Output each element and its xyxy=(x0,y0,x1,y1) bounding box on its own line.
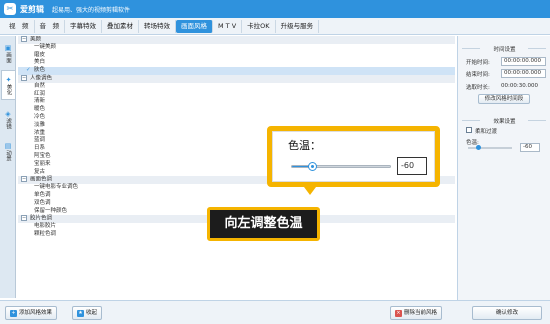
menu-karaoke[interactable]: 卡拉OK xyxy=(242,19,276,33)
group-beauty[interactable]: − 美颜 xyxy=(18,36,455,44)
start-time-label: 开始时间: xyxy=(466,60,490,66)
menu-upgrade[interactable]: 升级与服务 xyxy=(276,19,320,33)
menu-video[interactable]: 视 频 xyxy=(4,19,35,33)
color-temp-slider[interactable] xyxy=(291,162,391,171)
duration-label: 选取时长: xyxy=(466,85,490,91)
zoom-highlight-box: 色温： -60 xyxy=(267,126,440,187)
bottom-toolbar: + 添加风格效果 ★ 收起 × 删除当前风格 确认修改 xyxy=(0,300,550,324)
plus-icon: + xyxy=(10,309,17,317)
list-item[interactable]: 冷色 xyxy=(18,114,455,122)
effect-settings-title: 效果设置 xyxy=(493,119,516,125)
sidebar-tab-motion[interactable]: ▤ 动景 xyxy=(1,136,15,166)
list-item[interactable]: 清新 xyxy=(18,98,455,106)
mini-slider-thumb[interactable] xyxy=(476,145,481,150)
confirm-modify-button[interactable]: 确认修改 xyxy=(472,306,542,320)
soft-transition-label: 柔和过渡 xyxy=(475,129,498,135)
time-settings-title: 时间设置 xyxy=(493,47,516,53)
motion-icon: ▤ xyxy=(4,141,12,150)
list-item[interactable]: 暖色 xyxy=(18,106,455,114)
settings-panel: 时间设置 开始时间: 00:00:00.000 结束时间: 00:00:00.0… xyxy=(457,36,550,300)
app-slogan: 超易用、强大的视频剪辑软件 xyxy=(52,6,131,14)
sidebar-tab-filter[interactable]: ◈ 滤镜 xyxy=(1,104,15,134)
mini-color-temp-slider[interactable] xyxy=(468,145,512,150)
app-logo-icon: ✂ xyxy=(4,3,16,15)
magic-wand-icon: ✦ xyxy=(5,75,12,84)
menu-mtv[interactable]: M T V xyxy=(213,19,243,33)
list-item-selected[interactable]: ✓ 肤色 xyxy=(18,67,455,75)
sidebar-tab-picture[interactable]: ▣ 画面 xyxy=(1,38,15,68)
favorite-button[interactable]: ★ 收起 xyxy=(72,306,103,320)
divider xyxy=(528,120,546,121)
list-item[interactable]: 自然 xyxy=(18,83,455,91)
soft-transition-checkbox[interactable] xyxy=(466,127,472,133)
menu-screen-style[interactable]: 画面风格 xyxy=(176,19,213,33)
color-temp-zoom-label: 色温： xyxy=(288,139,321,152)
modify-style-time-button[interactable]: 修改风格时间段 xyxy=(478,94,530,104)
end-time-input[interactable]: 00:00:00.000 xyxy=(501,69,546,78)
menu-overlay[interactable]: 叠加素材 xyxy=(102,19,139,33)
sidebar-tab-beautify[interactable]: ✦ 美化 xyxy=(1,70,15,100)
check-icon: ✓ xyxy=(26,67,31,74)
main-menu: 视 频 音 频 字幕特效 叠加素材 转场特效 画面风格 M T V 卡拉OK 升… xyxy=(0,18,550,35)
list-item[interactable]: 美白 xyxy=(18,59,455,67)
list-item[interactable]: 单色调 xyxy=(18,192,455,200)
divider xyxy=(528,48,546,49)
delete-icon: × xyxy=(395,309,402,317)
list-item[interactable]: 红润 xyxy=(18,91,455,99)
menu-subtitle-effects[interactable]: 字幕特效 xyxy=(65,19,102,33)
mini-color-temp-input[interactable]: -60 xyxy=(520,143,540,152)
app-name: 爱剪辑 xyxy=(20,4,44,14)
category-sidebar: ▣ 画面 ✦ 美化 ◈ 滤镜 ▤ 动景 xyxy=(0,36,16,298)
star-icon: ★ xyxy=(77,309,84,317)
add-style-button[interactable]: + 添加风格效果 xyxy=(5,306,58,320)
menu-audio[interactable]: 音 频 xyxy=(35,19,65,33)
collapse-icon[interactable]: − xyxy=(21,74,27,81)
duration-value: 00:00:30.000 xyxy=(501,83,538,89)
filter-icon: ◈ xyxy=(5,109,11,118)
callout-pointer xyxy=(304,187,316,195)
list-item[interactable]: 磨皮 xyxy=(18,52,455,60)
collapse-icon[interactable]: − xyxy=(21,215,27,222)
slider-thumb[interactable] xyxy=(307,162,317,171)
color-temp-value-input[interactable]: -60 xyxy=(397,157,427,175)
collapse-icon[interactable]: − xyxy=(21,176,27,183)
collapse-icon[interactable]: − xyxy=(21,36,27,42)
instruction-callout: 向左调整色温 xyxy=(207,207,320,241)
zoom-highlight-content: 色温： -60 xyxy=(272,131,435,182)
picture-icon: ▣ xyxy=(4,43,12,52)
end-time-label: 结束时间: xyxy=(466,72,490,78)
start-time-input[interactable]: 00:00:00.000 xyxy=(501,57,546,66)
list-item[interactable]: 一键美颜 xyxy=(18,44,455,52)
title-bar: ✂ 爱剪辑 超易用、强大的视频剪辑软件 xyxy=(0,0,550,18)
menu-transitions[interactable]: 转场特效 xyxy=(139,19,176,33)
group-portrait[interactable]: − 人像调色 xyxy=(18,74,455,83)
delete-style-button[interactable]: × 删除当前风格 xyxy=(390,306,443,320)
